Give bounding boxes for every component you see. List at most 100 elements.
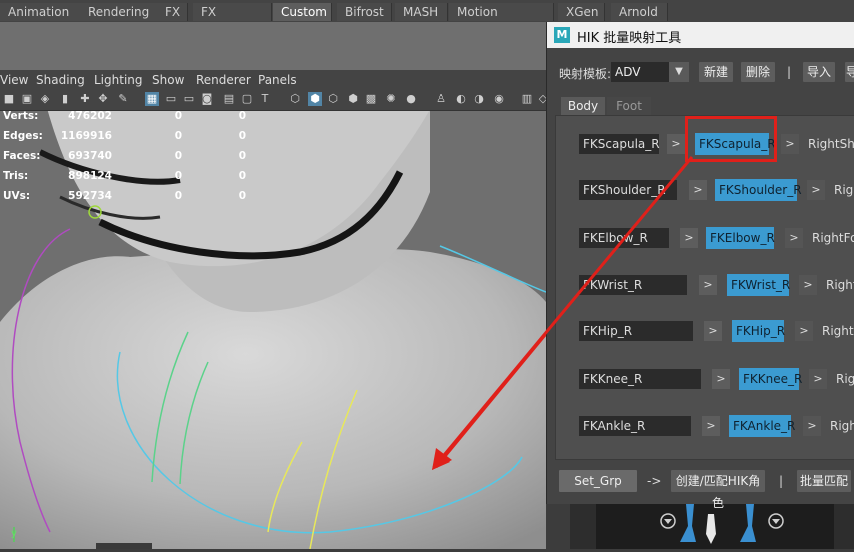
viewport-menu-bar: View Shading Lighting Show Renderer Pane… xyxy=(0,70,546,90)
camera-attributes-icon[interactable]: ▣ xyxy=(20,92,34,106)
target-field-hip[interactable]: FKHip_R xyxy=(732,320,785,342)
menu-shading[interactable]: Shading xyxy=(36,73,85,87)
flow-arrow: -> xyxy=(647,474,662,488)
map-arrow-button[interactable]: > xyxy=(809,369,827,389)
grease-pencil-icon[interactable]: ✎ xyxy=(116,92,130,106)
map-arrow-button[interactable]: > xyxy=(799,275,817,295)
target-field-wrist[interactable]: FKWrist_R xyxy=(727,274,790,296)
shelf-tab-fx-caching[interactable]: FX Caching xyxy=(193,3,272,37)
menu-view[interactable]: View xyxy=(0,73,28,87)
hud-label-uvs: UVs: xyxy=(3,190,31,202)
shelf-tab-arnold[interactable]: Arnold xyxy=(611,3,668,21)
shadows-icon[interactable]: ● xyxy=(404,92,418,106)
lights-icon[interactable]: ✺ xyxy=(384,92,398,106)
map-arrow-button[interactable]: > xyxy=(680,228,698,248)
map-arrow-button[interactable]: > xyxy=(781,134,799,154)
target-field-elbow[interactable]: FKElbow_R xyxy=(706,227,775,249)
hud-edges-tri: 0 xyxy=(238,130,246,142)
camera-select-icon[interactable]: ■ xyxy=(2,92,16,106)
shelf-tab-bar: Animation Rendering FX FX Caching Custom… xyxy=(0,0,854,37)
resolution-gate-icon[interactable]: ▭ xyxy=(182,92,196,106)
hik-slot-label: RightUpLeg xyxy=(822,324,854,338)
map-arrow-button[interactable]: > xyxy=(795,321,813,341)
map-arrow-button[interactable]: > xyxy=(704,321,722,341)
source-field-knee[interactable]: FKKnee_R xyxy=(579,369,701,389)
map-arrow-button[interactable]: > xyxy=(689,180,707,200)
shelf-tab-fx[interactable]: FX xyxy=(157,3,188,21)
tab-body[interactable]: Body xyxy=(561,97,605,115)
two-d-pan-icon[interactable]: ✥ xyxy=(96,92,110,106)
map-arrow-button[interactable]: > xyxy=(699,275,717,295)
poly-count-hud: Verts: 476202 0 0 Edges: 1169916 0 0 Fac… xyxy=(0,110,260,210)
map-arrow-button[interactable]: > xyxy=(785,228,803,248)
textured-icon[interactable]: ⬢ xyxy=(346,92,360,106)
target-field-ankle[interactable]: FKAnkle_R xyxy=(729,415,795,437)
source-field-shoulder[interactable]: FKShoulder_R xyxy=(579,180,677,200)
dialog-title-bar[interactable]: M HIK 批量映射工具 xyxy=(547,22,854,48)
shelf-tab-animation[interactable]: Animation xyxy=(0,3,81,21)
source-field-wrist[interactable]: FKWrist_R xyxy=(579,275,687,295)
safe-action-icon[interactable]: ▢ xyxy=(240,92,254,106)
bookmark-icon[interactable]: ▮ xyxy=(58,92,72,106)
target-field-knee[interactable]: FKKnee_R xyxy=(739,368,802,390)
menu-renderer[interactable]: Renderer xyxy=(196,73,251,87)
hud-label-faces: Faces: xyxy=(3,150,41,162)
xray-joints-icon[interactable]: ◑ xyxy=(472,92,486,106)
field-chart-icon[interactable]: ▤ xyxy=(222,92,236,106)
wireframe-icon[interactable]: ⬡ xyxy=(288,92,302,106)
film-gate-icon[interactable]: ▭ xyxy=(164,92,178,106)
source-field-hip[interactable]: FKHip_R xyxy=(579,321,693,341)
create-hik-character-button[interactable]: 创建/匹配HIK角色 xyxy=(671,470,765,510)
hik-mapping-dialog: M HIK 批量映射工具 映射模板: ADV ▼ 新建 删除 | 导入 导 Bo… xyxy=(546,22,854,510)
shelf-tab-motion-graphics[interactable]: Motion Graphics xyxy=(449,3,554,37)
xray-active-icon[interactable]: ◉ xyxy=(492,92,506,106)
shelf-tab-custom[interactable]: Custom xyxy=(273,3,332,21)
gate-mask-icon[interactable]: ◙ xyxy=(200,92,214,106)
camera-lock-icon[interactable]: ◈ xyxy=(38,92,52,106)
source-field-scapula[interactable]: FKScapula_R xyxy=(579,134,660,154)
shelf-tab-rendering[interactable]: Rendering xyxy=(80,3,159,21)
map-arrow-button[interactable]: > xyxy=(712,369,730,389)
source-field-elbow[interactable]: FKElbow_R xyxy=(579,228,669,248)
target-field-shoulder[interactable]: FKShoulder_R xyxy=(715,179,802,201)
checker-icon[interactable]: ▩ xyxy=(364,92,378,106)
hud-edges-selected: 0 xyxy=(174,130,182,142)
hik-slot-label: RightArm xyxy=(834,183,854,197)
hud-tris-value: 898124 xyxy=(68,170,112,182)
hud-faces-selected: 0 xyxy=(174,150,182,162)
map-arrow-button[interactable]: > xyxy=(702,416,720,436)
batch-match-button[interactable]: 批量匹配 xyxy=(797,470,851,492)
image-plane-icon[interactable]: ✚ xyxy=(78,92,92,106)
safe-title-icon[interactable]: T xyxy=(258,92,272,106)
xray-icon[interactable]: ◐ xyxy=(454,92,468,106)
source-field-ankle[interactable]: FKAnkle_R xyxy=(579,416,691,436)
tab-foot[interactable]: Foot xyxy=(607,97,651,115)
isolate-select-icon[interactable]: ♙ xyxy=(434,92,448,106)
delete-template-button[interactable]: 删除 xyxy=(741,62,775,82)
map-arrow-button[interactable]: > xyxy=(807,180,825,200)
chevron-down-icon[interactable]: ▼ xyxy=(669,62,689,82)
new-template-button[interactable]: 新建 xyxy=(699,62,733,82)
hud-uvs-tri: 0 xyxy=(238,190,246,202)
export-button[interactable]: 导 xyxy=(845,62,854,82)
hud-tris-selected: 0 xyxy=(174,170,182,182)
smooth-shade-icon[interactable]: ⬢ xyxy=(308,92,322,106)
hik-slot-label: RightHand xyxy=(826,278,854,292)
hud-label-edges: Edges: xyxy=(3,130,43,142)
hud-uvs-value: 592734 xyxy=(68,190,112,202)
import-button[interactable]: 导入 xyxy=(803,62,835,82)
wireframe-on-shaded-icon[interactable]: ⬡ xyxy=(326,92,340,106)
shelf-tab-bifrost[interactable]: Bifrost xyxy=(337,3,392,21)
menu-panels[interactable]: Panels xyxy=(258,73,297,87)
set-grp-button[interactable]: Set_Grp xyxy=(559,470,637,492)
template-label: 映射模板: xyxy=(559,67,612,81)
map-arrow-button[interactable]: > xyxy=(803,416,821,436)
shelf-tab-xgen[interactable]: XGen xyxy=(558,3,605,21)
grid-icon[interactable]: ▦ xyxy=(145,92,159,106)
hik-slot-label: RightForeArm xyxy=(812,231,854,245)
camera-icon[interactable]: ▥ xyxy=(520,92,534,106)
shelf-tab-mash[interactable]: MASH xyxy=(395,3,448,21)
menu-lighting[interactable]: Lighting xyxy=(94,73,143,87)
map-arrow-button[interactable]: > xyxy=(667,134,685,154)
menu-show[interactable]: Show xyxy=(152,73,184,87)
